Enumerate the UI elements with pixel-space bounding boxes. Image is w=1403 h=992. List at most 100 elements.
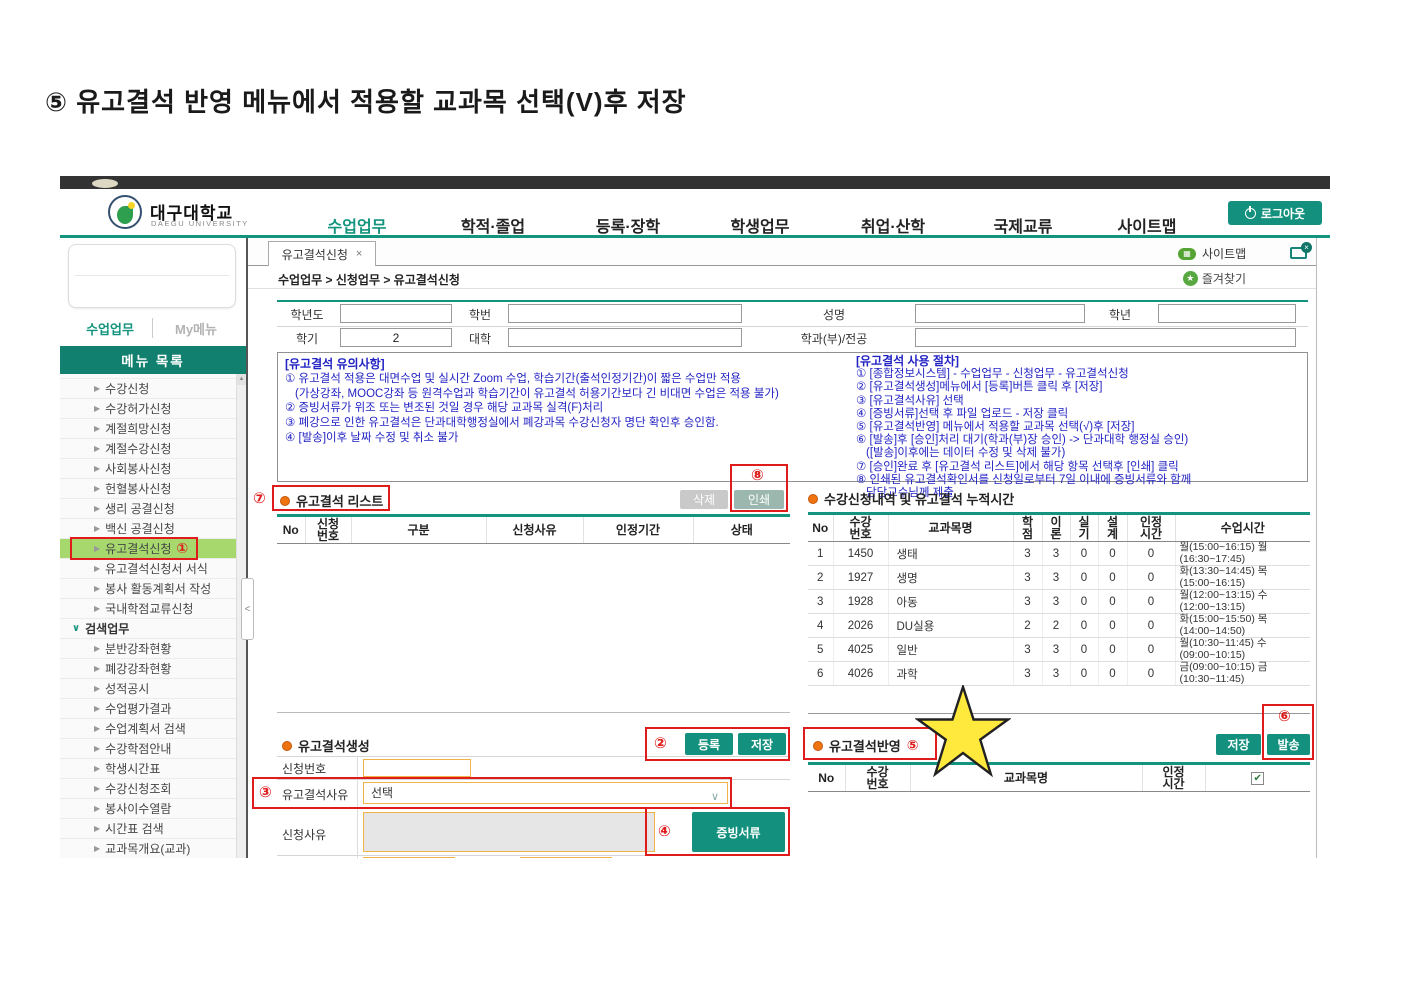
- period-start-input[interactable]: [363, 857, 455, 858]
- apply-reason-textarea[interactable]: [363, 812, 655, 852]
- student-id-input[interactable]: [508, 304, 742, 323]
- table-row: 3 1928 아동 3 3 0 0 0 월(12:00~13:15) 수(12:00~13:15…: [808, 589, 1310, 614]
- star-icon: ★: [1182, 271, 1198, 286]
- major-label: 학과(부)/전공: [800, 331, 868, 346]
- sidebar-item[interactable]: ▶ 수강학점안내: [60, 738, 236, 758]
- sidebar-item[interactable]: ▶ 백신 공결신청: [60, 518, 236, 538]
- period-label: 인정기간: [282, 856, 348, 858]
- reason-select-label: 유고결석사유: [282, 787, 349, 802]
- student-id-label: 학번: [468, 307, 492, 322]
- scroll-up-icon[interactable]: ▲: [237, 374, 246, 385]
- sidebar-item[interactable]: ▶ 학생시간표: [60, 758, 236, 778]
- table-row: 1 1450 생태 3 3 0 0 0 월(15:00~16:15) 월(16:30~17:45…: [808, 541, 1310, 566]
- sidebar-tab-classwork[interactable]: 수업업무: [70, 316, 150, 340]
- sidebar-item[interactable]: ▶ 계절희망신청: [60, 418, 236, 438]
- year-label: 학년도: [290, 307, 324, 322]
- send-button[interactable]: 발송: [1267, 734, 1310, 755]
- college-input[interactable]: [508, 328, 742, 347]
- print-button[interactable]: 인쇄: [734, 490, 784, 509]
- top-strip-blob: [92, 179, 118, 188]
- sidebar-group-search[interactable]: ∨ 검색업무: [60, 618, 236, 638]
- semester-input[interactable]: [340, 328, 452, 347]
- tab-close-icon[interactable]: ×: [356, 248, 362, 260]
- annotation-badge-4: ④: [658, 822, 671, 840]
- content-tabbar: 유고결석신청 × ▦ 사이트맵: [248, 238, 1316, 266]
- grade-label: 학년: [1108, 307, 1132, 322]
- absence-list-empty-body: [277, 545, 790, 713]
- university-logo-icon: [108, 195, 142, 229]
- sidebar-item[interactable]: ▶ 유고결석신청서 서식: [60, 558, 236, 578]
- apply-no-input[interactable]: [363, 759, 471, 777]
- power-icon: [1244, 205, 1256, 219]
- college-label: 대학: [468, 331, 492, 346]
- year-input[interactable]: [340, 304, 452, 323]
- arrow-right-icon: ▶: [94, 844, 101, 853]
- delete-button[interactable]: 삭제: [680, 490, 728, 509]
- annotation-badge-5: ⑤: [906, 737, 919, 754]
- logout-button[interactable]: 로그아웃: [1228, 201, 1322, 225]
- content-right-border: [1316, 238, 1317, 858]
- sidebar-item[interactable]: ▶ 수업계획서 검색: [60, 718, 236, 738]
- annotation-badge-1: ①: [176, 540, 189, 557]
- evidence-button[interactable]: 증빙서류: [692, 812, 785, 852]
- sidebar-item[interactable]: ▶ 수강허가신청: [60, 398, 236, 418]
- annotation-badge-8: ⑧: [751, 466, 764, 484]
- sidebar-item[interactable]: ▶ 시간표 검색: [60, 818, 236, 838]
- sidebar-item[interactable]: ▶ 계절수강신청: [60, 438, 236, 458]
- sidebar-item-absence-application[interactable]: ▶ 유고결석신청 ①: [60, 537, 236, 560]
- sidebar-item[interactable]: ▶ 사회봉사신청: [60, 458, 236, 478]
- page: ⑤ 유고결석 반영 메뉴에서 적용할 교과목 선택(V)후 저장 대구대학교 D…: [0, 0, 1403, 992]
- annotation-badge-3: ③: [259, 783, 272, 801]
- absence-list-table: No 신청 번호 구분 신청사유 인정기간 상태: [277, 514, 790, 544]
- sidebar-item[interactable]: ▶ 수강신청조회: [60, 778, 236, 798]
- save-button-create[interactable]: 저장: [738, 733, 786, 755]
- arrow-right-icon: ▶: [94, 784, 101, 793]
- close-all-windows-icon[interactable]: [1290, 242, 1312, 264]
- name-input[interactable]: [915, 304, 1085, 323]
- table-row: 5 4025 일반 3 3 0 0 0 월(10:30~11:45) 수(09:00~10:15…: [808, 637, 1310, 662]
- tab-absence-application[interactable]: 유고결석신청 ×: [268, 241, 376, 266]
- enrollment-title: 수강신청내역 및 유고결석 누적시간: [808, 489, 1014, 508]
- apply-reason-label: 신청사유: [282, 827, 327, 842]
- enrollment-table: No 수강 번호 교과목명 학 점 이 론 실 기 설 계 인정 시간 수업시간…: [808, 512, 1310, 686]
- sidebar-item[interactable]: ▶ 성적공시: [60, 678, 236, 698]
- reason-select[interactable]: 선택 ∨: [363, 782, 728, 804]
- sidebar-divider: [246, 238, 248, 858]
- sidebar-tab-mymenu[interactable]: My메뉴: [156, 316, 236, 340]
- sidebar-item[interactable]: ▶ 교과목개요(교과): [60, 838, 236, 858]
- sitemap-icon: ▦: [1178, 247, 1196, 260]
- page-title: ⑤ 유고결석 반영 메뉴에서 적용할 교과목 선택(V)후 저장: [45, 87, 687, 117]
- sidebar-item[interactable]: ▶ 생리 공결신청: [60, 498, 236, 518]
- sidebar-item[interactable]: ▶ 수강신청: [60, 378, 236, 398]
- sidebar-item[interactable]: ▶ 봉사 활동계획서 작성: [60, 578, 236, 598]
- select-all-checkbox[interactable]: ✔: [1251, 772, 1265, 786]
- semester-label: 학기: [295, 331, 319, 346]
- table-row: 2 1927 생명 3 3 0 0 0 화(13:30~14:45) 목(15:00~16:15…: [808, 565, 1310, 590]
- notice-right: [유고결석 사용 절차] ① [종합정보시스템] - 수업업무 - 신청업무 -…: [856, 354, 1192, 500]
- absence-list-title: 유고결석 리스트: [280, 491, 383, 510]
- sidebar-item[interactable]: ▶ 국내학점교류신청: [60, 598, 236, 618]
- sidebar-item[interactable]: ▶ 폐강강좌현황: [60, 658, 236, 678]
- grade-input[interactable]: [1158, 304, 1296, 323]
- save-button-reflect[interactable]: 저장: [1216, 734, 1261, 755]
- favorite-button[interactable]: ★ 즐겨찾기: [1182, 270, 1246, 287]
- arrow-right-icon: ▶: [94, 584, 101, 593]
- sidebar-item[interactable]: ▶ 분반강좌현황: [60, 638, 236, 658]
- sitemap-shortcut[interactable]: ▦ 사이트맵: [1178, 245, 1246, 262]
- sidebar-item[interactable]: ▶ 헌혈봉사신청: [60, 478, 236, 498]
- sidebar-item[interactable]: ▶ 수업평가결과: [60, 698, 236, 718]
- arrow-right-icon: ▶: [94, 424, 101, 433]
- absence-create-title: 유고결석생성: [282, 736, 370, 755]
- major-input[interactable]: [915, 328, 1296, 347]
- breadcrumb-bar: 수업업무 > 신청업무 > 유고결석신청 ★ 즐겨찾기: [248, 266, 1316, 289]
- period-end-input[interactable]: [520, 857, 612, 858]
- register-button[interactable]: 등록: [685, 733, 733, 755]
- sidebar: 수업업무 My메뉴 메뉴 목록 ▶ 수강신청 ▶ 수강허가신청 ▶ 계절희망신청 ▶ 계…: [60, 238, 246, 858]
- annotation-badge-7: ⑦: [253, 489, 266, 507]
- arrow-right-icon: ▶: [94, 404, 101, 413]
- sidebar-collapse-handle[interactable]: <: [241, 578, 254, 640]
- browser-top-strip: [60, 176, 1330, 189]
- sidebar-item[interactable]: ▶ 봉사이수열람: [60, 798, 236, 818]
- absence-reflect-title: 유고결석반영 ⑤: [813, 736, 919, 755]
- logo-subtitle: DAEGU UNIVERSITY: [151, 219, 249, 228]
